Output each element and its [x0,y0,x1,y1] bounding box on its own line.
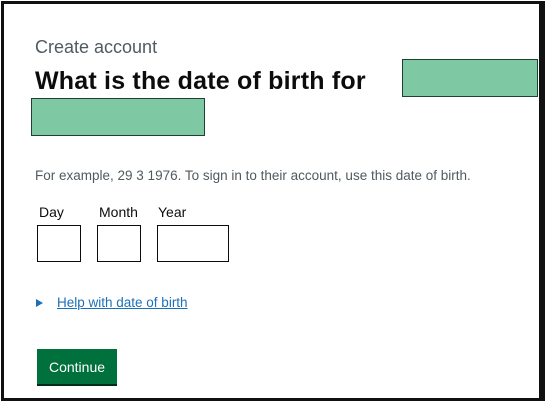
month-group: Month [97,204,141,262]
year-group: Year [157,204,229,262]
page-caption: Create account [35,37,158,57]
date-hint: For example, 29 3 1976. To sign in to th… [35,168,471,183]
triangle-right-icon [36,298,43,307]
redacted-name-block [402,59,538,97]
screenshot-frame: Create account What is the date of birth… [1,1,545,401]
month-label: Month [99,204,138,220]
help-with-date-of-birth-link[interactable]: Help with date of birth [57,295,188,310]
continue-button[interactable]: Continue [37,349,117,384]
redacted-name-block-continued [31,98,205,136]
month-input[interactable] [97,225,141,262]
year-label: Year [158,204,187,220]
day-label: Day [39,204,64,220]
day-input[interactable] [37,225,81,262]
help-details-toggle[interactable]: Help with date of birth [36,295,188,310]
year-input[interactable] [157,225,229,262]
day-group: Day [37,204,81,262]
